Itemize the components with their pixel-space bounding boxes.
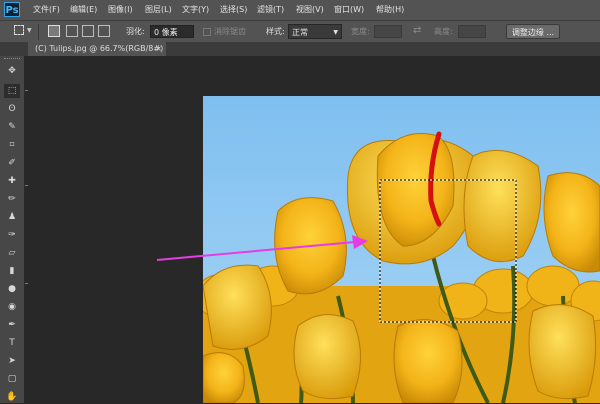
annotation-arrow-icon — [156, 235, 368, 261]
